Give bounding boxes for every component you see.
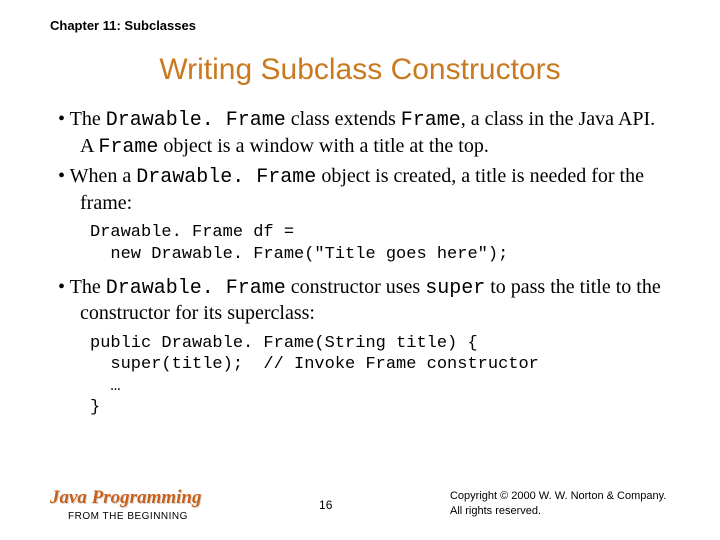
- bullet-list: The Drawable. Frame class extends Frame,…: [58, 107, 670, 216]
- copyright-block: Copyright © 2000 W. W. Norton & Company.…: [450, 489, 680, 522]
- text: class extends: [286, 108, 401, 130]
- brand-subtitle: FROM THE BEGINNING: [68, 511, 201, 522]
- slide-title: Writing Subclass Constructors: [50, 53, 670, 87]
- code-inline: super: [425, 277, 485, 300]
- code-inline: Drawable. Frame: [136, 166, 316, 189]
- bullet-item: The Drawable. Frame constructor uses sup…: [58, 275, 670, 327]
- text: The: [70, 276, 106, 298]
- code-block: public Drawable. Frame(String title) { s…: [90, 333, 670, 418]
- bullet-item: The Drawable. Frame class extends Frame,…: [58, 107, 670, 160]
- page-number: 16: [306, 498, 346, 522]
- bullet-item: When a Drawable. Frame object is created…: [58, 164, 670, 216]
- brand-block: Java Programming FROM THE BEGINNING: [50, 487, 201, 522]
- text: object is a window with a title at the t…: [158, 135, 489, 157]
- copyright-line: All rights reserved.: [450, 504, 680, 518]
- copyright-line: Copyright © 2000 W. W. Norton & Company.: [450, 489, 680, 503]
- code-inline: Drawable. Frame: [106, 277, 286, 300]
- slide-footer: Java Programming FROM THE BEGINNING 16 C…: [50, 487, 680, 522]
- chapter-label: Chapter 11: Subclasses: [50, 18, 670, 33]
- code-block: Drawable. Frame df = new Drawable. Frame…: [90, 222, 670, 265]
- brand-title: Java Programming: [50, 487, 201, 509]
- code-inline: Frame: [98, 136, 158, 159]
- slide-page: Chapter 11: Subclasses Writing Subclass …: [0, 0, 720, 418]
- text: constructor uses: [286, 276, 425, 298]
- bullet-list: The Drawable. Frame constructor uses sup…: [58, 275, 670, 327]
- text: When a: [70, 165, 137, 187]
- code-inline: Drawable. Frame: [106, 109, 286, 132]
- text: The: [70, 108, 106, 130]
- code-inline: Frame: [401, 109, 461, 132]
